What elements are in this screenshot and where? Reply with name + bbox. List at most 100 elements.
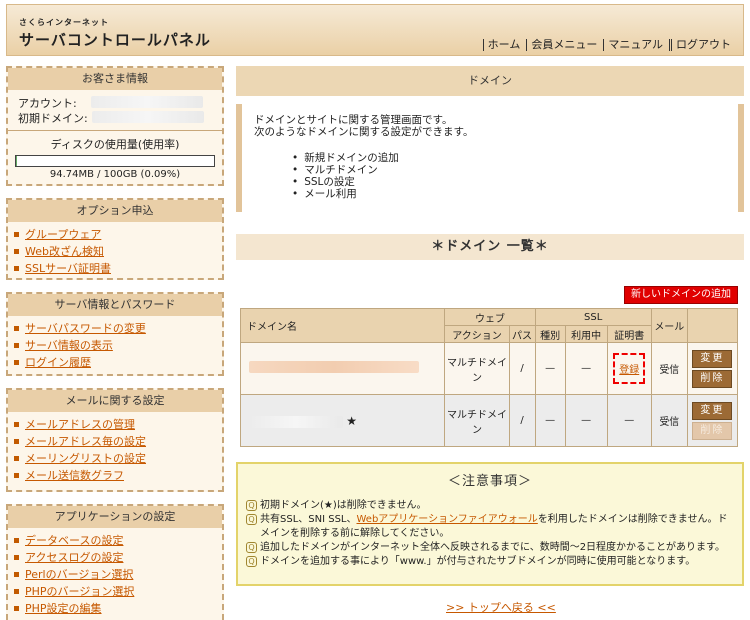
action-cell: マルチドメイン (444, 394, 510, 447)
sidebar-item-web-tamper-detection[interactable]: Web改ざん検知 (14, 243, 216, 260)
sidebar-item-mail-address-management[interactable]: メールアドレスの管理 (14, 416, 216, 433)
sidebar-item-mail-send-graph[interactable]: メール送信数グラフ (14, 467, 216, 484)
domain-table-wrap: ドメイン名 ウェブ SSL メール アクション パス 種別 利用中 証明書 マル… (239, 308, 748, 447)
ssl-in-use-cell: — (564, 394, 608, 447)
logo-title: サーバコントロールパネル (19, 31, 211, 49)
logo-subtitle: さくらインターネット (19, 18, 109, 27)
mail-cell: 受信 (650, 394, 688, 447)
question-icon: Q (246, 542, 257, 553)
intro-line-1: ドメインとサイトに関する管理画面です。 (254, 114, 453, 126)
edit-button[interactable]: 変更 (692, 349, 733, 368)
options-title: オプション申込 (8, 200, 222, 222)
sidebar-item-php-version[interactable]: PHPのバージョン選択 (14, 583, 216, 600)
initial-domain-label: 初期ドメイン: (18, 112, 88, 125)
col-domain-name: ドメイン名 (239, 308, 446, 343)
top-nav: ホーム 会員メニュー マニュアル ログアウト (481, 39, 735, 51)
sidebar-item-php-settings[interactable]: PHP設定の編集 (14, 600, 216, 617)
nav-member-menu-link[interactable]: 会員メニュー (526, 39, 601, 51)
intro-line-2: 次のようなドメインに関する設定ができます。 (254, 126, 474, 138)
certificate-cell: 登録 (606, 342, 652, 395)
initial-domain-star: ★ (346, 413, 357, 428)
col-in-use: 利用中 (564, 325, 608, 343)
certificate-cell: — (606, 394, 652, 447)
sidebar-item-login-history[interactable]: ログイン履歴 (14, 354, 216, 371)
sidebar-item-perl-version[interactable]: Perlのバージョン選択 (14, 566, 216, 583)
notice-item: Q ドメインを追加する事により「www.」が付与されたサブドメインが同時に使用可能… (246, 555, 734, 569)
feature-item: 新規ドメインの追加 (292, 152, 726, 164)
sidebar-item-mailing-list[interactable]: メーリングリストの設定 (14, 450, 216, 467)
ssl-type-cell: — (534, 342, 566, 395)
options-panel: オプション申込 グループウェア Web改ざん検知 SSLサーバ証明書 (6, 198, 224, 280)
feature-list: 新規ドメインの追加 マルチドメイン SSLの設定 メール利用 (292, 152, 726, 200)
actions-cell: 変更 削除 (686, 342, 739, 395)
page-title: ドメイン (236, 66, 744, 96)
nav-logout-link[interactable]: ログアウト (669, 39, 735, 51)
delete-button[interactable]: 削除 (692, 369, 733, 388)
action-cell: マルチドメイン (444, 342, 510, 395)
notice-item: Q 初期ドメイン(★)は削除できません。 (246, 499, 734, 513)
toolbar: 新しいドメインの追加 (236, 286, 744, 306)
sidebar-item-server-info[interactable]: サーバ情報の表示 (14, 337, 216, 354)
domain-name-redacted (249, 415, 343, 428)
sidebar-item-database[interactable]: データベースの設定 (14, 532, 216, 549)
disk-usage-value: 94.74MB / 100GB (0.09%) (49, 169, 181, 180)
domain-name-redacted (249, 361, 419, 373)
notice-item: Q 共有SSL、SNI SSL、Webアプリケーションファイアウォールを利用したド… (246, 513, 734, 541)
col-path: パス (508, 325, 536, 343)
sidebar-item-access-log[interactable]: アクセスログの設定 (14, 549, 216, 566)
delete-button-disabled: 削除 (692, 421, 733, 440)
path-cell: / (508, 342, 536, 395)
apps-title: アプリケーションの設定 (8, 506, 222, 528)
header: さくらインターネット サーバコントロールパネル ホーム 会員メニュー マニュアル… (6, 4, 744, 56)
ssl-type-cell: — (534, 394, 566, 447)
server-title: サーバ情報とパスワード (8, 294, 222, 316)
question-icon: Q (246, 556, 257, 567)
notice-title: ＜注意事項＞ (447, 474, 532, 489)
account-label: アカウント: (18, 97, 77, 110)
notice-box: ＜注意事項＞ Q 初期ドメイン(★)は削除できません。 Q 共有SSL、SNI SS… (236, 462, 744, 586)
register-certificate-link[interactable]: 登録 (613, 353, 646, 384)
mail-cell: 受信 (650, 342, 688, 395)
domain-name-cell: ★ (239, 394, 446, 447)
edit-button[interactable]: 変更 (692, 401, 733, 420)
disk-usage-label: ディスクの使用量(使用率) (50, 138, 180, 151)
ssl-in-use-cell: — (564, 342, 608, 395)
domain-list-section: ＊ドメイン 一覧＊ (236, 234, 744, 260)
domain-table: ドメイン名 ウェブ SSL メール アクション パス 種別 利用中 証明書 マル… (239, 308, 739, 447)
sidebar-item-change-password[interactable]: サーバパスワードの変更 (14, 320, 216, 337)
domain-list-title: ＊ドメイン 一覧＊ (236, 234, 744, 260)
initial-domain-value-redacted (91, 111, 204, 123)
col-certificate: 証明書 (606, 325, 652, 343)
col-mail: メール (650, 308, 688, 343)
col-type: 種別 (534, 325, 566, 343)
intro-box: ドメインとサイトに関する管理画面です。 次のようなドメインに関する設定ができます… (236, 104, 744, 212)
new-domain-button[interactable]: 新しいドメインの追加 (624, 286, 738, 304)
back-to-top-link[interactable]: >> トップへ戻る << (446, 599, 556, 615)
col-action: アクション (444, 325, 510, 343)
sidebar-item-groupware[interactable]: グループウェア (14, 226, 216, 243)
main-content: ドメイン (236, 66, 744, 96)
question-icon: Q (246, 500, 257, 511)
disk-usage-bar (15, 155, 215, 167)
notice-item: Q 追加したドメインがインターネット全体へ反映されるまでに、数時間～2日程度かかる… (246, 541, 734, 555)
feature-item: SSLの設定 (292, 176, 726, 188)
col-ssl: SSL (534, 308, 652, 326)
mail-title: メールに関する設定 (8, 390, 222, 412)
col-actions (686, 308, 739, 343)
apps-panel: アプリケーションの設定 データベースの設定 アクセスログの設定 Perlのバージ… (6, 504, 224, 620)
table-row: マルチドメイン / — — 登録 受信 変更 削除 (239, 342, 739, 395)
waf-link[interactable]: Webアプリケーションファイアウォール (357, 514, 538, 525)
col-web: ウェブ (444, 308, 536, 326)
server-panel: サーバ情報とパスワード サーバパスワードの変更 サーバ情報の表示 ログイン履歴 (6, 292, 224, 376)
actions-cell: 変更 削除 (686, 394, 739, 447)
customer-info-title: お客さま情報 (8, 68, 222, 90)
nav-manual-link[interactable]: マニュアル (603, 39, 667, 51)
table-row: ★ マルチドメイン / — — — 受信 変更 削除 (239, 394, 739, 447)
nav-home-link[interactable]: ホーム (482, 39, 525, 51)
feature-item: マルチドメイン (292, 164, 726, 176)
sidebar-item-mail-address-settings[interactable]: メールアドレス毎の設定 (14, 433, 216, 450)
account-value-redacted (90, 96, 203, 108)
feature-item: メール利用 (292, 188, 726, 200)
sidebar-item-ssl-certificate[interactable]: SSLサーバ証明書 (14, 260, 216, 277)
customer-info-panel: お客さま情報 アカウント: 初期ドメイン: ディスクの使用量(使用率) 94.7… (6, 66, 224, 186)
